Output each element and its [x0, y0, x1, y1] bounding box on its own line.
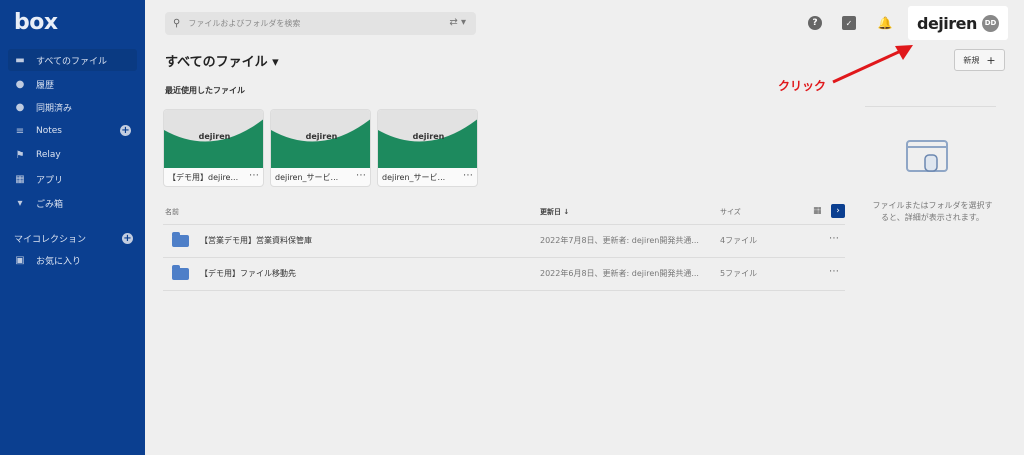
sidebar-item-label: お気に入り — [36, 256, 82, 267]
grid-view-icon[interactable]: ▦ — [813, 206, 822, 216]
sidebar-item-apps[interactable]: ▦ アプリ — [8, 168, 137, 190]
new-button[interactable]: 新規 + — [954, 49, 1005, 71]
table-row-modified: 2022年6月8日、更新者: dejiren開発共通... — [540, 269, 699, 278]
recent-file-card[interactable]: dejiren 【デモ用】dejire... ⋯ — [163, 109, 264, 187]
favorites-icon: ▣ — [15, 254, 25, 266]
collections-label: マイコレクション — [14, 235, 87, 245]
more-options-icon[interactable]: ⋯ — [249, 170, 259, 181]
clock-icon: ● — [15, 78, 25, 90]
search-bar[interactable]: ⚲ ファイルおよびフォルダを検索 ⇄ ▾ — [165, 12, 476, 35]
sidebar-item-synced[interactable]: ● 同期済み — [8, 96, 137, 118]
thumbnail-logo: dejiren — [412, 132, 445, 141]
search-icon: ⚲ — [173, 18, 181, 29]
table-row-size: 4ファイル — [720, 236, 758, 245]
sidebar-item-notes[interactable]: ≡ Notes + — [8, 120, 137, 142]
filter-icon[interactable]: ⇄ ▾ — [449, 17, 466, 28]
table-row-modified: 2022年7月8日、更新者: dejiren開発共通... — [540, 236, 699, 245]
tasks-icon[interactable]: ✓ — [842, 16, 856, 30]
file-thumbnail: dejiren — [378, 110, 477, 168]
sidebar-item-label: すべてのファイル — [36, 56, 108, 67]
more-options-icon[interactable]: ⋯ — [829, 266, 839, 277]
table-row-name[interactable]: 【デモ用】ファイル移動先 — [200, 268, 296, 279]
toggle-panel-button[interactable]: › — [831, 204, 845, 218]
sidebar-item-trash[interactable]: ▾ ごみ箱 — [8, 192, 137, 214]
more-options-icon[interactable]: ⋯ — [463, 170, 473, 181]
click-annotation: クリック — [778, 79, 827, 93]
column-header-name[interactable]: 名前 — [165, 207, 179, 217]
account-menu[interactable]: dejiren DD — [908, 6, 1008, 40]
sidebar-item-history[interactable]: ● 履歴 — [8, 73, 137, 95]
sidebar-item-label: Relay — [36, 150, 61, 160]
sidebar-item-all-files[interactable]: ▬ すべてのファイル — [8, 49, 137, 71]
recent-file-card[interactable]: dejiren dejiren_サービ... ⋯ — [270, 109, 371, 187]
sidebar: box ▬ すべてのファイル ● 履歴 ● 同期済み ≡ Notes + ⚑ R… — [0, 0, 145, 455]
annotation-arrow — [832, 45, 913, 84]
file-name: dejiren_サービ... — [382, 173, 446, 182]
folder-icon — [172, 232, 189, 247]
table-row-size: 5ファイル — [720, 269, 758, 278]
sidebar-item-label: Notes — [36, 126, 62, 136]
column-header-modified[interactable]: 更新日 ↓ — [540, 207, 569, 217]
divider — [163, 290, 845, 291]
recent-file-card[interactable]: dejiren dejiren_サービ... ⋯ — [377, 109, 478, 187]
page-title[interactable]: すべてのファイル ▾ — [165, 51, 279, 70]
add-note-icon[interactable]: + — [120, 125, 131, 136]
column-header-size[interactable]: サイズ — [720, 207, 741, 217]
trash-icon: ▾ — [17, 197, 23, 209]
more-options-icon[interactable]: ⋯ — [356, 170, 366, 181]
search-input[interactable]: ファイルおよびフォルダを検索 — [188, 18, 300, 29]
divider — [163, 257, 845, 258]
plus-icon: + — [986, 53, 996, 67]
relay-icon: ⚑ — [15, 149, 25, 161]
brand-logo: dejiren — [917, 13, 977, 33]
file-thumbnail: dejiren — [271, 110, 370, 168]
notes-icon: ≡ — [15, 125, 25, 137]
sidebar-item-favorites[interactable]: ▣ お気に入り — [8, 249, 137, 271]
sidebar-item-label: ごみ箱 — [36, 199, 64, 210]
file-name: 【デモ用】dejire... — [168, 173, 239, 182]
folder-icon — [172, 265, 189, 280]
new-button-label: 新規 — [963, 55, 980, 65]
sidebar-item-label: 同期済み — [36, 103, 73, 114]
thumbnail-logo: dejiren — [198, 132, 231, 141]
file-thumbnail: dejiren — [164, 110, 263, 168]
main-content: ⚲ ファイルおよびフォルダを検索 ⇄ ▾ ? ✓ 🔔 dejiren DD すべ… — [145, 0, 1024, 455]
folder-select-illustration-icon — [906, 140, 948, 172]
thumbnail-logo: dejiren — [305, 132, 338, 141]
recent-files-label: 最近使用したファイル — [165, 86, 245, 95]
avatar[interactable]: DD — [982, 15, 999, 32]
folder-icon: ▬ — [15, 54, 25, 66]
sidebar-item-label: アプリ — [36, 175, 64, 186]
bell-icon[interactable]: 🔔 — [878, 16, 893, 30]
table-row-name[interactable]: 【営業デモ用】営業資料保管庫 — [200, 235, 312, 246]
check-circle-icon: ● — [15, 101, 25, 113]
file-name: dejiren_サービ... — [275, 173, 339, 182]
sidebar-item-label: 履歴 — [36, 80, 55, 91]
box-logo[interactable]: box — [14, 10, 58, 35]
more-options-icon[interactable]: ⋯ — [829, 233, 839, 244]
details-panel-hint: ファイルまたはフォルダを選択すると、詳細が表示されます。 — [872, 201, 993, 222]
sidebar-item-relay[interactable]: ⚑ Relay — [8, 144, 137, 166]
help-icon[interactable]: ? — [808, 16, 822, 30]
panel-divider — [865, 106, 996, 107]
divider — [163, 224, 845, 225]
apps-icon: ▦ — [15, 173, 25, 185]
add-collection-icon[interactable]: + — [122, 233, 133, 244]
